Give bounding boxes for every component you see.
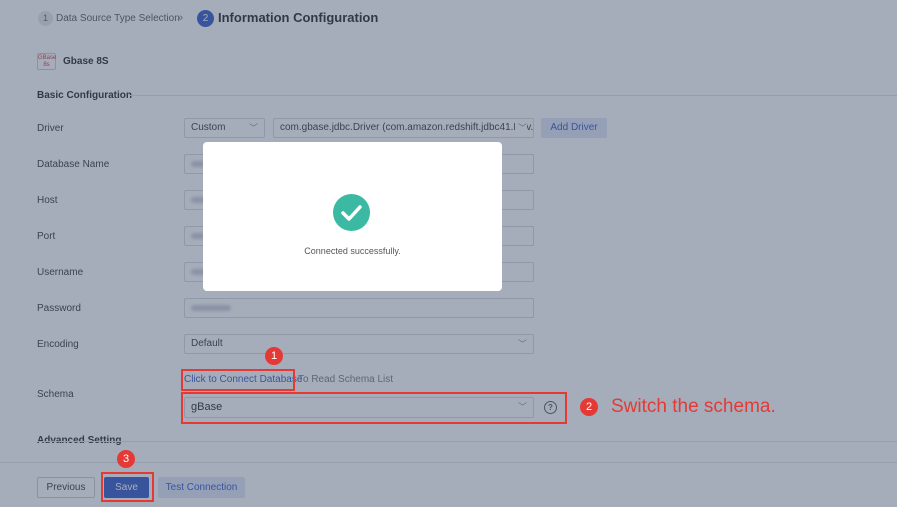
annotation-number-2: 2 [580, 398, 598, 416]
success-check-icon [333, 194, 370, 231]
connection-success-dialog: Connected successfully. [203, 142, 502, 291]
annotation-number-3: 3 [117, 450, 135, 468]
annotation-box-connect [181, 369, 295, 391]
annotation-switch-schema-text: Switch the schema. [611, 396, 776, 417]
annotation-box-save [101, 472, 154, 502]
annotation-box-schema [181, 392, 567, 424]
check-icon [341, 205, 362, 221]
success-message: Connected successfully. [304, 246, 401, 256]
annotation-number-1: 1 [265, 347, 283, 365]
